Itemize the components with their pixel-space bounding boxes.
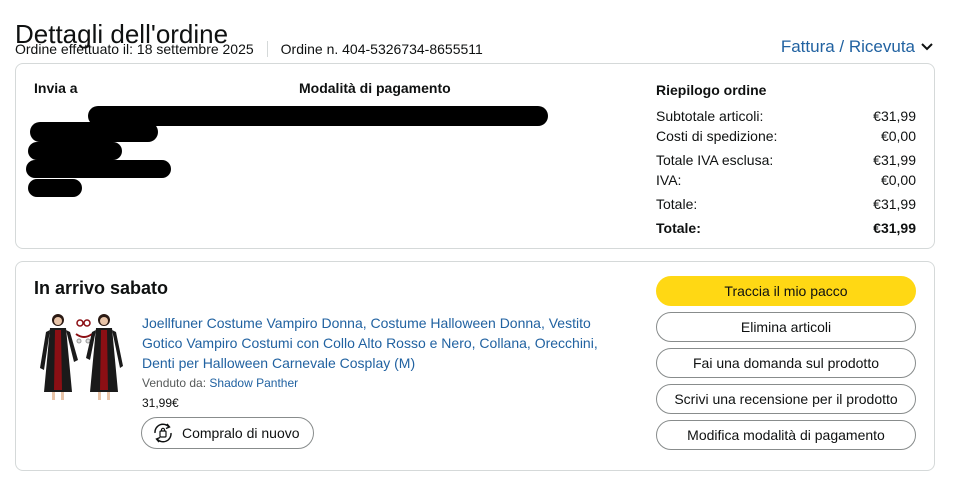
- summary-value: €31,99: [873, 108, 916, 124]
- product-price: 31,99€: [142, 396, 179, 410]
- ship-to-heading: Invia a: [34, 80, 78, 96]
- delete-items-button[interactable]: Elimina articoli: [656, 312, 916, 342]
- chevron-down-icon: [921, 43, 933, 51]
- summary-label: Costi di spedizione:: [656, 128, 778, 144]
- summary-label: IVA:: [656, 172, 682, 188]
- meta-divider: [266, 41, 268, 57]
- redaction-bar: [26, 160, 171, 178]
- seller-link[interactable]: Shadow Panther: [209, 376, 298, 390]
- summary-heading: Riepilogo ordine: [656, 82, 767, 98]
- seller-info: Venduto da: Shadow Panther: [142, 376, 298, 390]
- summary-value: €0,00: [880, 128, 916, 144]
- summary-grand-total: Totale: €31,99: [656, 218, 916, 238]
- order-number: Ordine n. 404-5326734-8655511: [280, 41, 483, 57]
- buy-again-label: Compralo di nuovo: [182, 425, 300, 441]
- write-review-button[interactable]: Scrivi una recensione per il prodotto: [656, 384, 916, 414]
- shipment-box: In arrivo sabato Joellfuner Costume Vamp…: [15, 261, 935, 471]
- product-title-link[interactable]: Joellfuner Costume Vampiro Donna, Costum…: [142, 313, 612, 373]
- ask-product-question-button[interactable]: Fai una domanda sul prodotto: [656, 348, 916, 378]
- summary-value: €31,99: [873, 220, 916, 236]
- redaction-bar: [30, 122, 158, 142]
- redaction-bar: [28, 179, 82, 197]
- summary-row: Totale IVA esclusa: €31,99: [656, 150, 916, 170]
- buy-again-button[interactable]: Compralo di nuovo: [141, 417, 314, 449]
- buy-again-icon: [154, 423, 172, 443]
- seller-label: Venduto da:: [142, 376, 207, 390]
- order-meta: Ordine effettuato il: 18 settembre 2025 …: [15, 41, 483, 57]
- summary-row: IVA: €0,00: [656, 170, 916, 190]
- summary-label: Totale:: [656, 196, 698, 212]
- summary-value: €0,00: [880, 172, 916, 188]
- summary-label: Totale:: [656, 220, 701, 236]
- invoice-dropdown[interactable]: Fattura / Ricevuta: [781, 37, 933, 57]
- redaction-bar: [28, 142, 122, 160]
- product-image[interactable]: [38, 310, 123, 405]
- summary-row: Costi di spedizione: €0,00: [656, 126, 916, 146]
- summary-value: €31,99: [873, 196, 916, 212]
- order-summary: Riepilogo ordine Subtotale articoli: €31…: [656, 80, 916, 238]
- summary-label: Totale IVA esclusa:: [656, 152, 774, 168]
- delivery-status: In arrivo sabato: [34, 278, 169, 298]
- summary-row: Totale: €31,99: [656, 194, 916, 214]
- track-package-button[interactable]: Traccia il mio pacco: [656, 276, 916, 306]
- payment-heading: Modalità di pagamento: [299, 80, 451, 96]
- summary-row: Subtotale articoli: €31,99: [656, 106, 916, 126]
- order-date: Ordine effettuato il: 18 settembre 2025: [15, 41, 254, 57]
- invoice-link-label: Fattura / Ricevuta: [780, 37, 915, 56]
- change-payment-button[interactable]: Modifica modalità di pagamento: [656, 420, 916, 450]
- summary-label: Subtotale articoli:: [656, 108, 764, 124]
- redaction-bar: [88, 106, 548, 126]
- shipment-actions: Traccia il mio pacco Elimina articoli Fa…: [656, 276, 916, 456]
- summary-value: €31,99: [873, 152, 916, 168]
- order-details-box: Invia a Modalità di pagamento Riepilogo …: [15, 63, 935, 249]
